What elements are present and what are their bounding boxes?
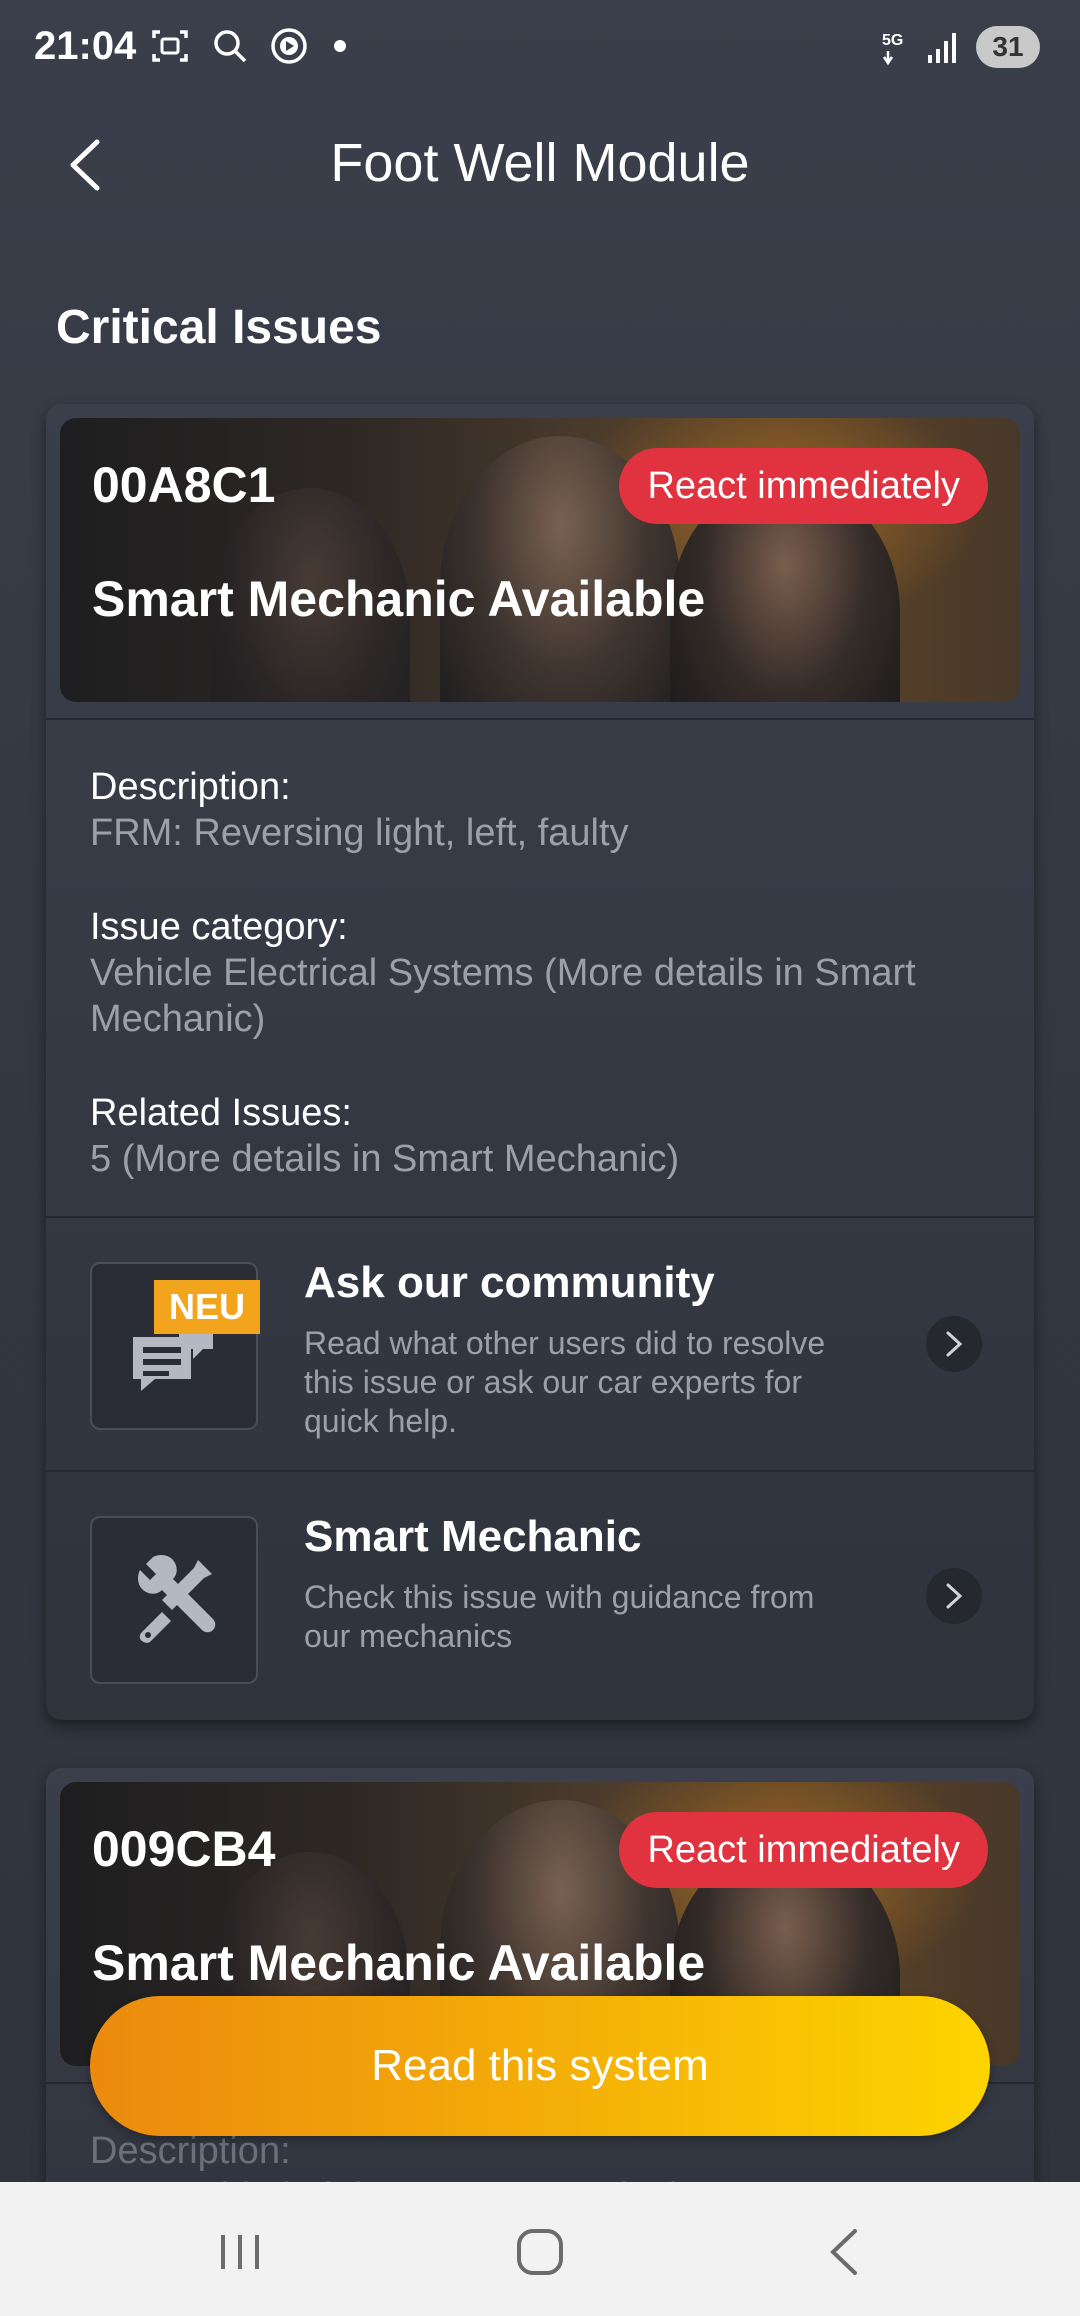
page-title: Foot Well Module [330, 133, 750, 193]
recent-apps-button[interactable] [200, 2212, 280, 2292]
home-icon [517, 2229, 563, 2275]
home-button[interactable] [500, 2212, 580, 2292]
mechanic-icon-box [90, 1516, 258, 1684]
issue-code: 009CB4 [92, 1821, 276, 1877]
svg-text:5G: 5G [882, 32, 903, 49]
issue-code: 00A8C1 [92, 457, 276, 513]
smart-mechanic-row[interactable]: Smart Mechanic Check this issue with gui… [46, 1472, 1034, 1720]
action-description: Check this issue with guidance from our … [304, 1579, 815, 1654]
category-label: Issue category: [90, 906, 348, 948]
battery-icon: 31 [976, 26, 1040, 68]
chevron-right-icon [946, 1583, 963, 1609]
dot-icon [334, 40, 346, 52]
new-tag: NEU [154, 1280, 260, 1334]
description-value: FRM: Reversing light, left, faulty [90, 812, 629, 854]
section-title: Critical Issues [56, 301, 382, 354]
search-icon [214, 30, 247, 63]
header: Foot Well Module [0, 110, 1080, 220]
read-system-button[interactable]: Read this system [90, 1996, 990, 2136]
status-icons-left [150, 26, 346, 66]
open-smart-mechanic-button[interactable] [926, 1568, 982, 1624]
status-badge: React immediately [619, 1812, 988, 1888]
signal-icon: 5G [882, 32, 956, 66]
back-icon [830, 2229, 857, 2275]
recent-apps-icon [221, 2235, 259, 2269]
chevron-right-icon [946, 1331, 963, 1357]
issue-banner[interactable]: 00A8C1 React immediately Smart Mechanic … [60, 418, 1020, 702]
banner-title: Smart Mechanic Available [92, 571, 706, 627]
status-time: 21:04 [34, 24, 137, 68]
issue-card: 00A8C1 React immediately Smart Mechanic … [46, 404, 1034, 1720]
status-badge: React immediately [619, 448, 988, 524]
divider [46, 718, 1034, 720]
nav-back-button[interactable] [805, 2212, 885, 2292]
community-icon-box: NEU [90, 1262, 260, 1430]
status-icons-right: 5G 31 [880, 26, 1040, 68]
status-bar: 21:04 5G 31 [0, 0, 1080, 96]
open-community-button[interactable] [926, 1316, 982, 1372]
category-value: Vehicle Electrical Systems (More details… [90, 952, 916, 1040]
related-value: 5 (More details in Smart Mechanic) [90, 1138, 680, 1180]
tools-icon [138, 1555, 216, 1643]
banner-title: Smart Mechanic Available [92, 1935, 706, 1991]
issue-details: Description: FRM: Reversing light, left,… [90, 764, 990, 1230]
description-label: Description: [90, 766, 291, 808]
ask-community-row[interactable]: NEU Ask our community Read what other us… [46, 1218, 1034, 1470]
action-title: Smart Mechanic [304, 1512, 642, 1561]
action-description: Read what other users did to resolve thi… [304, 1325, 826, 1439]
action-title: Ask our community [304, 1258, 715, 1307]
screenshot-icon [152, 30, 188, 62]
play-icon [271, 28, 307, 64]
navigation-bar [0, 2182, 1080, 2316]
related-label: Related Issues: [90, 1092, 352, 1134]
